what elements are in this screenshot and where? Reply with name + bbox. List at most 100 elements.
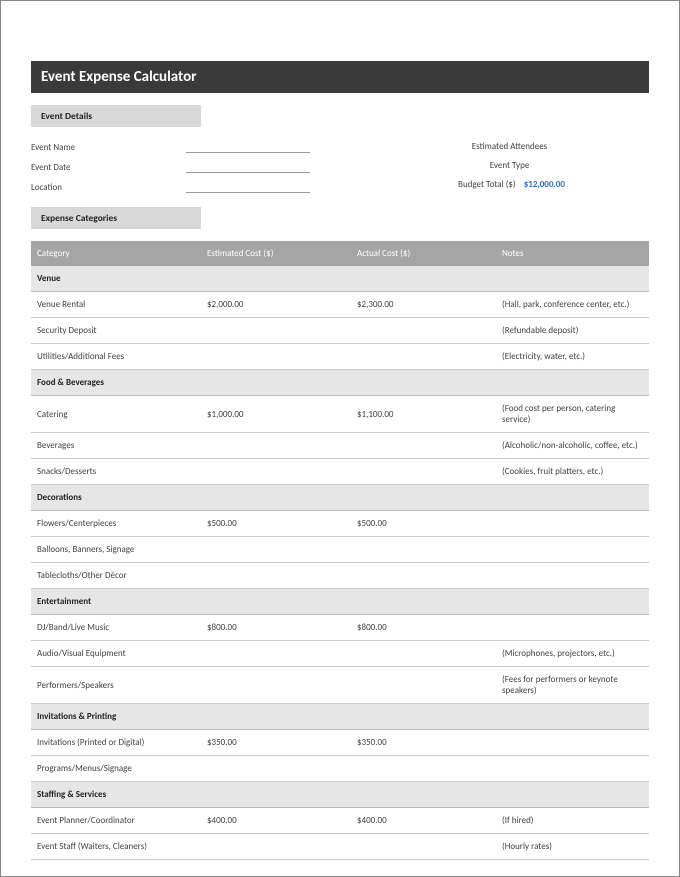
estimated-cost[interactable]: [201, 756, 351, 782]
actual-cost[interactable]: [351, 433, 496, 459]
estimated-cost[interactable]: $800.00: [201, 615, 351, 641]
expense-row: Flowers/Centerpieces$500.00$500.00: [31, 511, 649, 537]
expense-notes: [496, 615, 649, 641]
expense-row: Programs/Menus/Signage: [31, 756, 649, 782]
detail-input-line[interactable]: [186, 181, 310, 193]
expense-notes: (Fees for performers or keynote speakers…: [496, 667, 649, 704]
estimated-cost[interactable]: $350.00: [201, 730, 351, 756]
expense-row: Audio/Visual Equipment(Microphones, proj…: [31, 641, 649, 667]
detail-label: Estimated Attendees: [468, 141, 551, 152]
actual-cost[interactable]: [351, 667, 496, 704]
category-name: Entertainment: [31, 589, 649, 615]
expense-item: Catering: [31, 396, 201, 433]
expense-notes: (Hall, park, conference center, etc.): [496, 292, 649, 318]
expense-notes: (If hired): [496, 808, 649, 834]
detail-label: Location: [31, 182, 186, 193]
section-expense-categories: Expense Categories: [31, 207, 201, 229]
col-actual: Actual Cost ($): [351, 241, 496, 266]
category-name: Decorations: [31, 485, 649, 511]
col-estimated: Estimated Cost ($): [201, 241, 351, 266]
document-page: Event Expense Calculator Event Details E…: [0, 0, 680, 877]
expense-item: Tablecloths/Other Décor: [31, 563, 201, 589]
estimated-cost[interactable]: [201, 344, 351, 370]
category-subheader: Venue: [31, 266, 649, 292]
expense-notes: [496, 511, 649, 537]
section-event-details: Event Details: [31, 105, 201, 127]
actual-cost[interactable]: [351, 563, 496, 589]
detail-row: Event Type: [370, 156, 649, 175]
detail-row: Location: [31, 177, 310, 197]
actual-cost[interactable]: [351, 537, 496, 563]
expense-row: Utilities/Additional Fees(Electricity, w…: [31, 344, 649, 370]
estimated-cost[interactable]: $400.00: [201, 808, 351, 834]
expense-item: Flowers/Centerpieces: [31, 511, 201, 537]
estimated-cost[interactable]: $1,000.00: [201, 396, 351, 433]
expense-item: DJ/Band/Live Music: [31, 615, 201, 641]
expense-row: Event Planner/Coordinator$400.00$400.00(…: [31, 808, 649, 834]
category-subheader: Staffing & Services: [31, 782, 649, 808]
col-category: Category: [31, 241, 201, 266]
actual-cost[interactable]: [351, 459, 496, 485]
actual-cost[interactable]: $350.00: [351, 730, 496, 756]
estimated-cost[interactable]: [201, 667, 351, 704]
detail-input-line[interactable]: [186, 161, 310, 173]
expense-item: Security Deposit: [31, 318, 201, 344]
estimated-cost[interactable]: [201, 459, 351, 485]
expense-notes: (Food cost per person, catering service): [496, 396, 649, 433]
col-notes: Notes: [496, 241, 649, 266]
actual-cost[interactable]: [351, 834, 496, 860]
expense-item: Event Planner/Coordinator: [31, 808, 201, 834]
estimated-cost[interactable]: [201, 537, 351, 563]
actual-cost[interactable]: [351, 756, 496, 782]
actual-cost[interactable]: [351, 318, 496, 344]
expense-item: Invitations (Printed or Digital): [31, 730, 201, 756]
estimated-cost[interactable]: [201, 318, 351, 344]
expense-item: Snacks/Desserts: [31, 459, 201, 485]
estimated-cost[interactable]: $500.00: [201, 511, 351, 537]
estimated-cost[interactable]: [201, 641, 351, 667]
expense-row: Balloons, Banners, Signage: [31, 537, 649, 563]
expense-notes: (Microphones, projectors, etc.): [496, 641, 649, 667]
category-subheader: Entertainment: [31, 589, 649, 615]
actual-cost[interactable]: [351, 641, 496, 667]
detail-label: Event Date: [31, 162, 186, 173]
detail-input-line[interactable]: [186, 141, 310, 153]
estimated-cost[interactable]: [201, 433, 351, 459]
actual-cost[interactable]: $400.00: [351, 808, 496, 834]
estimated-cost[interactable]: [201, 834, 351, 860]
expense-row: Security Deposit(Refundable deposit): [31, 318, 649, 344]
detail-row: Event Date: [31, 157, 310, 177]
category-name: Invitations & Printing: [31, 704, 649, 730]
expense-notes: (Electricity, water, etc.): [496, 344, 649, 370]
actual-cost[interactable]: $800.00: [351, 615, 496, 641]
estimated-cost[interactable]: $2,000.00: [201, 292, 351, 318]
expense-item: Beverages: [31, 433, 201, 459]
actual-cost[interactable]: $500.00: [351, 511, 496, 537]
expense-item: Performers/Speakers: [31, 667, 201, 704]
event-details: Event Name Event Date Location Estimated A…: [31, 137, 649, 197]
budget-total-value: $12,000.00: [520, 179, 565, 190]
estimated-cost[interactable]: [201, 563, 351, 589]
detail-row: Event Name: [31, 137, 310, 157]
category-name: Venue: [31, 266, 649, 292]
details-left-column: Event Name Event Date Location: [31, 137, 310, 197]
page-title: Event Expense Calculator: [31, 61, 649, 93]
expense-notes: (Cookies, fruit platters, etc.): [496, 459, 649, 485]
category-name: Staffing & Services: [31, 782, 649, 808]
expense-row: DJ/Band/Live Music$800.00$800.00: [31, 615, 649, 641]
detail-label: Event Name: [31, 142, 186, 153]
expenses-table: Category Estimated Cost ($) Actual Cost …: [31, 241, 649, 860]
expense-row: Performers/Speakers (Fees for performers …: [31, 667, 649, 704]
actual-cost[interactable]: $1,100.00: [351, 396, 496, 433]
expense-notes: [496, 563, 649, 589]
expense-notes: [496, 537, 649, 563]
actual-cost[interactable]: $2,300.00: [351, 292, 496, 318]
detail-row: Estimated Attendees: [370, 137, 649, 156]
category-subheader: Invitations & Printing: [31, 704, 649, 730]
expense-item: Balloons, Banners, Signage: [31, 537, 201, 563]
expense-item: Venue Rental: [31, 292, 201, 318]
expense-item: Programs/Menus/Signage: [31, 756, 201, 782]
category-subheader: Food & Beverages: [31, 370, 649, 396]
expense-row: Event Staff (Waiters, Cleaners)(Hourly r…: [31, 834, 649, 860]
actual-cost[interactable]: [351, 344, 496, 370]
